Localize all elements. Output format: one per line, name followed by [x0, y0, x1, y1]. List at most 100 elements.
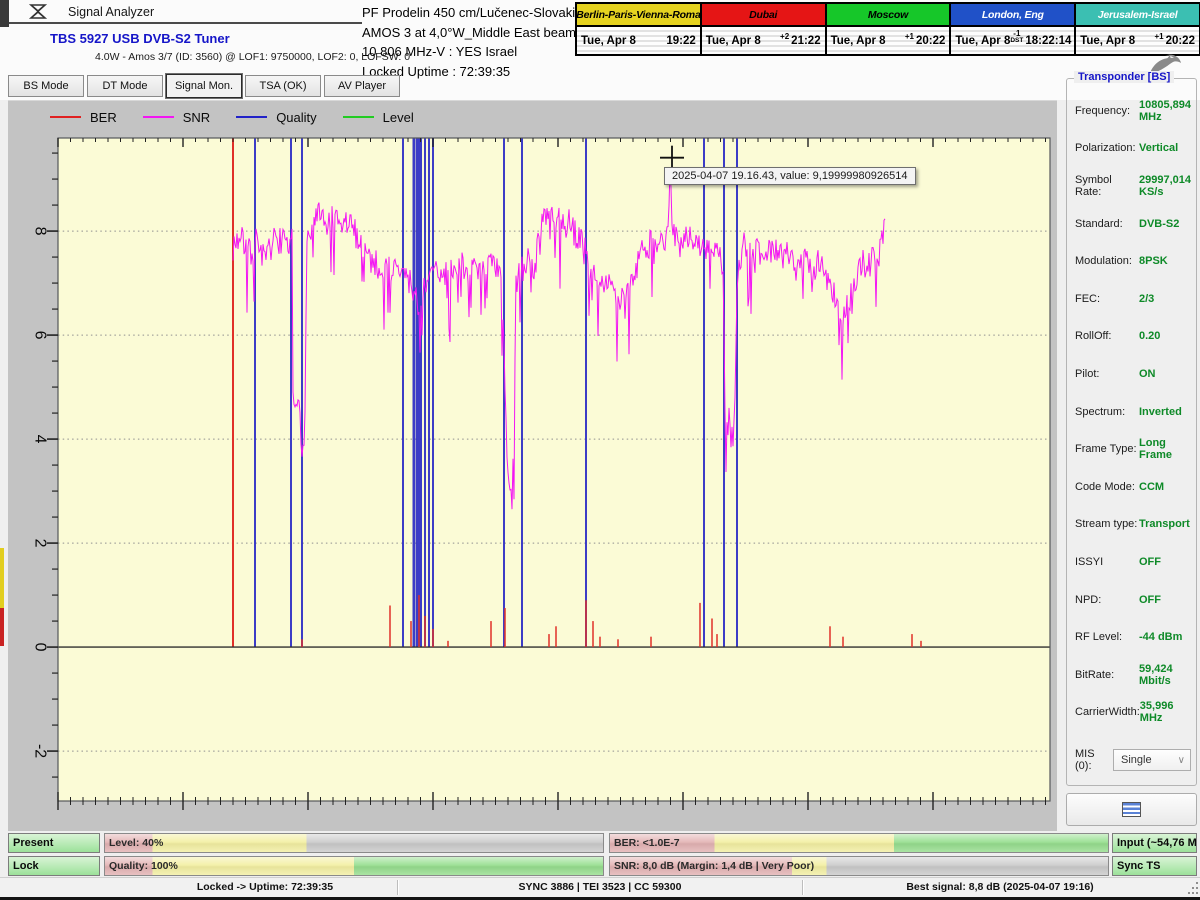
clock-time-row: Tue, Apr 8-1DST18:22:14 [951, 27, 1074, 54]
clock-utc-offset: -1DST [1010, 30, 1023, 44]
quality-bar-label: Quality: 100% [109, 857, 178, 875]
transponder-row-code-mode: Code Mode:CCM [1066, 468, 1197, 506]
transponder-row-spectrum: Spectrum:Inverted [1066, 393, 1197, 431]
transponder-label: RF Level: [1075, 631, 1139, 643]
site-info-line2: AMOS 3 at 4,0°W_Middle East beam [362, 23, 582, 43]
y-axis-tick-label: -2 [32, 744, 49, 758]
y-axis-tick-label: 2 [32, 539, 49, 548]
statusbar-separator [802, 880, 804, 895]
quality-bar: Quality: 100% [104, 856, 604, 876]
site-info-line1: PF Prodelin 450 cm/Lučenec-Slovakia [362, 3, 582, 23]
transponder-value: OFF [1139, 594, 1161, 606]
clock-date: Tue, Apr 8 [706, 35, 780, 47]
transponder-row-bitrate: BitRate:59,424 Mbit/s [1066, 656, 1197, 694]
transponder-value: OFF [1139, 556, 1161, 568]
transponder-label: ISSYI [1075, 556, 1139, 568]
clock-time-row: Tue, Apr 8+120:22 [827, 27, 950, 54]
transponder-rows: Frequency:10805,894 MHzPolarization:Vert… [1066, 92, 1197, 731]
clock-time-row: Tue, Apr 819:22 [577, 27, 700, 54]
chevron-down-icon: ∨ [1178, 755, 1190, 766]
transponder-value: 0.20 [1139, 330, 1160, 342]
bottom-statusbar: Locked -> Uptime: 72:39:35 SYNC 3886 | T… [0, 877, 1200, 898]
clock-date: Tue, Apr 8 [581, 35, 666, 47]
y-axis-tick-label: 4 [32, 435, 49, 444]
clock-london-eng: London, EngTue, Apr 8-1DST18:22:14 [951, 4, 1076, 54]
clock-date: Tue, Apr 8 [831, 35, 905, 47]
mode-tabs: BS ModeDT ModeSignal Mon.TSA (OK)AV Play… [8, 75, 403, 98]
snr-bar-label: SNR: 8,0 dB (Margin: 1,4 dB | Very Poor) [614, 857, 814, 875]
mis-selected-value: Single [1114, 754, 1178, 766]
transponder-value: DVB-S2 [1139, 218, 1179, 230]
resize-grip[interactable] [1188, 882, 1198, 894]
transponder-label: NPD: [1075, 594, 1139, 606]
mis-row: MIS (0): Single ∨ [1066, 745, 1197, 775]
clock-time: 20:22 [916, 35, 945, 47]
clock-dubai: DubaiTue, Apr 8+221:22 [702, 4, 827, 54]
transponder-row-rf-level: RF Level:-44 dBm [1066, 618, 1197, 656]
clock-time: 21:22 [791, 35, 820, 47]
clock-city-label: Dubai [702, 4, 825, 27]
transponder-value: Vertical [1139, 142, 1178, 154]
window-corner-strip [0, 0, 9, 27]
transponder-value: 35,996 MHz [1140, 700, 1197, 724]
sync-ts-badge: Sync TS [1112, 856, 1197, 876]
transponder-label: Spectrum: [1075, 406, 1139, 418]
transponder-row-frame-type: Frame Type:Long Frame [1066, 430, 1197, 468]
site-info-line3: 10 806 MHz-V : YES Israel [362, 42, 582, 62]
tab-bs-mode[interactable]: BS Mode [8, 75, 84, 97]
site-info: PF Prodelin 450 cm/Lučenec-Slovakia AMOS… [362, 3, 582, 81]
table-export-icon [1122, 802, 1141, 817]
transponder-row-npd: NPD:OFF [1066, 581, 1197, 619]
tab-dt-mode[interactable]: DT Mode [87, 75, 163, 97]
mis-dropdown[interactable]: Single ∨ [1113, 749, 1191, 771]
transponder-row-modulation: Modulation:8PSK [1066, 242, 1197, 280]
tab-av-player[interactable]: AV Player [324, 75, 400, 97]
header: Signal Analyzer TBS 5927 USB DVB-S2 Tune… [0, 0, 1200, 100]
signal-monitor-plot[interactable]: 86420-2 [8, 101, 1057, 832]
tuner-name: TBS 5927 USB DVB-S2 Tuner [50, 31, 230, 46]
transponder-label: Code Mode: [1075, 481, 1139, 493]
transponder-label: Frequency: [1075, 105, 1139, 117]
export-button[interactable] [1066, 793, 1197, 826]
transponder-label: Polarization: [1075, 142, 1139, 154]
level-bar: Level: 40% [104, 833, 604, 853]
tab-tsa-ok[interactable]: TSA (OK) [245, 75, 321, 97]
transponder-label: FEC: [1075, 293, 1139, 305]
transponder-value: 59,424 Mbit/s [1139, 663, 1197, 687]
mis-label: MIS (0): [1075, 748, 1113, 772]
lock-badge: Lock [8, 856, 100, 876]
window-title: Signal Analyzer [68, 5, 154, 19]
transponder-value: CCM [1139, 481, 1164, 493]
transponder-label: CarrierWidth: [1075, 706, 1140, 718]
clock-utc-offset: +1 [1154, 33, 1163, 40]
statusbar-sync-counters: SYNC 3886 | TEI 3523 | CC 59300 [410, 881, 790, 893]
transponder-label: Symbol Rate: [1075, 174, 1139, 198]
clock-time: 18:22:14 [1025, 35, 1071, 47]
transponder-row-frequency: Frequency:10805,894 MHz [1066, 92, 1197, 130]
transponder-label: Stream type: [1075, 518, 1139, 530]
clock-jerusalem-israel: Jerusalem-IsraelTue, Apr 8+120:22 [1076, 4, 1199, 54]
transponder-value: -44 dBm [1139, 631, 1182, 643]
tab-signal-mon[interactable]: Signal Mon. [166, 74, 242, 98]
clock-utc-offset: +1 [905, 33, 914, 40]
transponder-value: 10805,894 MHz [1139, 99, 1197, 123]
transponder-row-standard: Standard:DVB-S2 [1066, 205, 1197, 243]
clock-city-label: Moscow [827, 4, 950, 27]
desktop-edge-red-stripe [0, 608, 4, 646]
statusbar-best-signal: Best signal: 8,8 dB (2025-04-07 19:16) [810, 881, 1190, 893]
transponder-row-pilot: Pilot:ON [1066, 355, 1197, 393]
transponder-value: 2/3 [1139, 293, 1154, 305]
transponder-row-symbol-rate: Symbol Rate:29997,014 KS/s [1066, 167, 1197, 205]
chart-tooltip: 2025-04-07 19.16.43, value: 9,1999998092… [664, 167, 916, 185]
desktop-edge-yellow-stripe [0, 548, 4, 608]
transponder-label: RollOff: [1075, 330, 1139, 342]
transponder-value: Inverted [1139, 406, 1182, 418]
transponder-row-stream-type: Stream type:Transport [1066, 506, 1197, 544]
present-badge: Present [8, 833, 100, 853]
transponder-value: Long Frame [1139, 437, 1197, 461]
clock-moscow: MoscowTue, Apr 8+120:22 [827, 4, 952, 54]
transponder-row-rolloff: RollOff:0.20 [1066, 318, 1197, 356]
clock-date: Tue, Apr 8 [1080, 35, 1154, 47]
transponder-label: Frame Type: [1075, 443, 1139, 455]
transponder-row-polarization: Polarization:Vertical [1066, 130, 1197, 168]
